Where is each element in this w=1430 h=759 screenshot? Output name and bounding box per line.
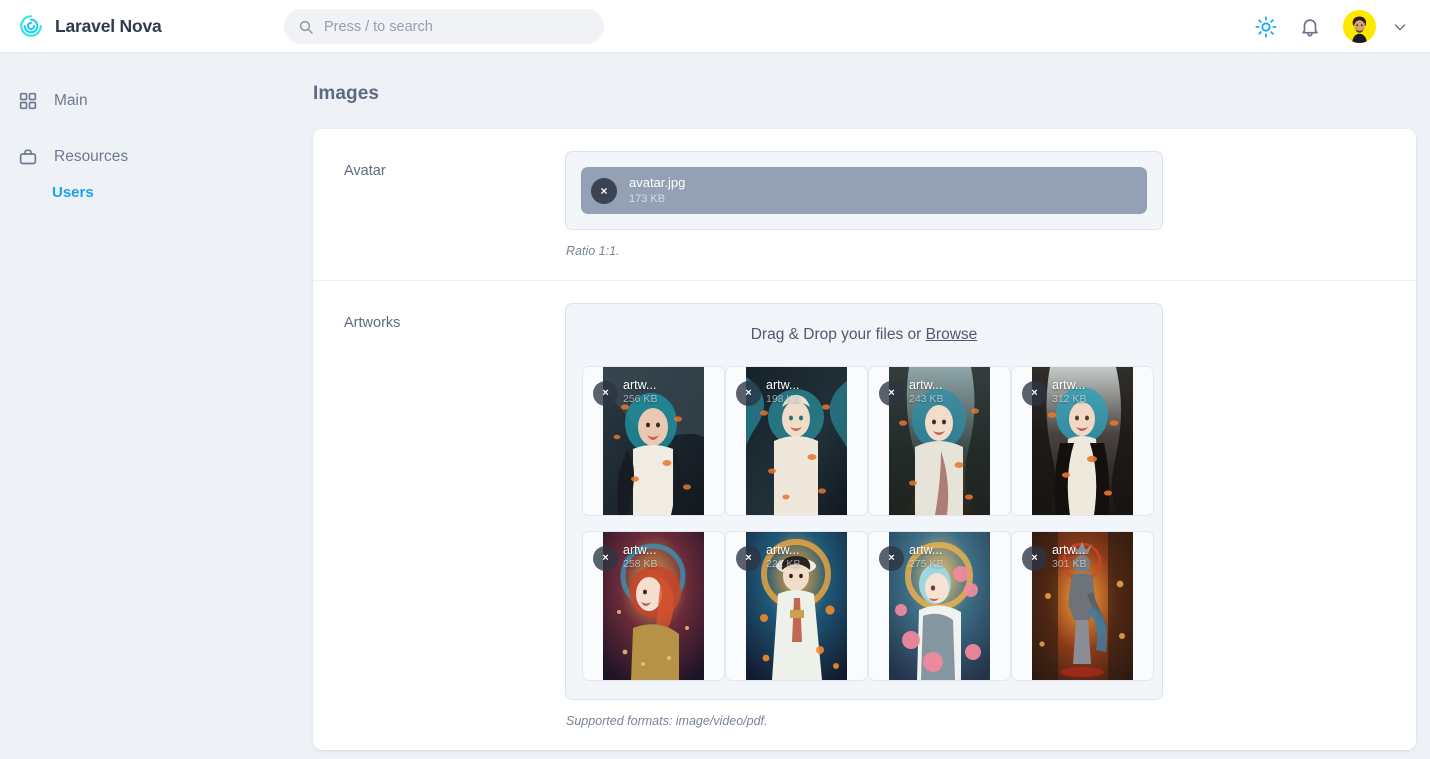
artwork-file-name: artw... (623, 543, 718, 557)
field-row-artworks: Artworks Drag & Drop your files or Brows… (313, 280, 1416, 750)
artworks-dropzone[interactable]: Drag & Drop your files or Browse (565, 303, 1163, 700)
drop-prompt-text: Drag & Drop your files or (751, 326, 926, 343)
field-row-avatar: Avatar × avatar.jpg 173 KB Ratio 1:1. (313, 129, 1416, 280)
grid-icon (18, 91, 38, 111)
remove-artwork-button[interactable]: × (736, 546, 761, 571)
brand[interactable]: Laravel Nova (18, 13, 248, 39)
avatar[interactable] (1343, 10, 1376, 43)
artwork-file-name: artw... (1052, 543, 1147, 557)
artwork-file-name: artw... (909, 378, 1004, 392)
remove-artwork-button[interactable]: × (879, 381, 904, 406)
thumbnail-item[interactable]: × artw... 258 KB (582, 531, 725, 681)
sidebar-item-users[interactable]: Users (0, 175, 283, 209)
avatar-file-size: 173 KB (629, 193, 685, 206)
top-navigation-bar: Laravel Nova (0, 0, 1430, 53)
artwork-file-name: artw... (766, 378, 861, 392)
sun-icon[interactable] (1255, 16, 1277, 38)
artworks-thumbnail-grid: × artw... 256 KB (582, 366, 1146, 681)
top-bar-actions (1255, 0, 1408, 53)
remove-avatar-button[interactable]: × (591, 178, 617, 204)
field-body-avatar: × avatar.jpg 173 KB Ratio 1:1. (565, 129, 1416, 280)
brand-name: Laravel Nova (55, 16, 162, 37)
thumbnail-item[interactable]: × artw... 256 KB (582, 366, 725, 516)
artwork-file-name: artw... (766, 543, 861, 557)
user-avatar-icon (1343, 10, 1376, 43)
artwork-file-size: 258 KB (623, 558, 718, 570)
avatar-file-meta: avatar.jpg 173 KB (629, 176, 685, 206)
sidebar-item-resources[interactable]: Resources (0, 139, 283, 175)
artwork-file-size: 243 KB (909, 393, 1004, 405)
sidebar-item-main[interactable]: Main (0, 83, 283, 119)
images-form-card: Avatar × avatar.jpg 173 KB Ratio 1:1. Ar… (313, 129, 1416, 750)
sidebar: Main Resources Users (0, 53, 283, 759)
remove-artwork-button[interactable]: × (736, 381, 761, 406)
field-label-avatar: Avatar (313, 129, 565, 280)
thumbnail-item[interactable]: × artw... 221 KB (725, 531, 868, 681)
search-icon (298, 19, 314, 35)
artworks-help-text: Supported formats: image/video/pdf. (566, 714, 1416, 728)
thumbnail-item[interactable]: × artw... 312 KB (1011, 366, 1154, 516)
sidebar-spacer (0, 119, 283, 139)
thumbnail-item[interactable]: × artw... 198 KB (725, 366, 868, 516)
artwork-file-name: artw... (1052, 378, 1147, 392)
global-search[interactable] (284, 9, 604, 44)
avatar-file-card: × avatar.jpg 173 KB (581, 167, 1147, 214)
artwork-file-size: 198 KB (766, 393, 861, 405)
avatar-help-text: Ratio 1:1. (566, 244, 1416, 258)
artwork-file-name: artw... (909, 543, 1004, 557)
remove-artwork-button[interactable]: × (879, 546, 904, 571)
browse-link[interactable]: Browse (926, 326, 978, 343)
nova-spiral-logo-icon (18, 13, 44, 39)
sidebar-subitem-label: Users (52, 184, 94, 201)
drop-prompt: Drag & Drop your files or Browse (582, 326, 1146, 344)
main-content: Images Avatar × avatar.jpg 173 KB Ratio … (283, 53, 1430, 759)
briefcase-icon (18, 147, 38, 167)
sidebar-item-label: Main (54, 92, 88, 110)
bell-icon[interactable] (1299, 16, 1321, 38)
thumbnail-item[interactable]: × artw... 275 KB (868, 531, 1011, 681)
thumbnail-item[interactable]: × artw... 243 KB (868, 366, 1011, 516)
field-label-artworks: Artworks (313, 281, 565, 750)
avatar-dropzone[interactable]: × avatar.jpg 173 KB (565, 151, 1163, 230)
sidebar-item-label: Resources (54, 148, 128, 166)
field-body-artworks: Drag & Drop your files or Browse (565, 281, 1416, 750)
artwork-file-size: 221 KB (766, 558, 861, 570)
artwork-file-size: 275 KB (909, 558, 1004, 570)
search-input[interactable] (324, 19, 590, 35)
remove-artwork-button[interactable]: × (1022, 546, 1047, 571)
artwork-file-size: 312 KB (1052, 393, 1147, 405)
thumbnail-item[interactable]: × artw... 301 KB (1011, 531, 1154, 681)
avatar-file-name: avatar.jpg (629, 176, 685, 191)
artwork-file-size: 301 KB (1052, 558, 1147, 570)
artwork-file-size: 256 KB (623, 393, 718, 405)
remove-artwork-button[interactable]: × (593, 381, 618, 406)
remove-artwork-button[interactable]: × (1022, 381, 1047, 406)
chevron-down-icon[interactable] (1392, 19, 1408, 35)
remove-artwork-button[interactable]: × (593, 546, 618, 571)
page-title: Images (313, 83, 1386, 105)
artwork-file-name: artw... (623, 378, 718, 392)
